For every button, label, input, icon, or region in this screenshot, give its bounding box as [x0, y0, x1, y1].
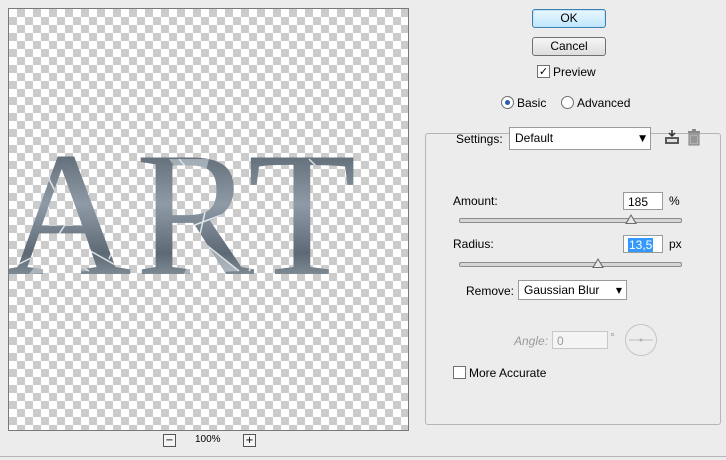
trash-icon[interactable] — [687, 129, 701, 146]
chevron-down-icon: ▼ — [639, 134, 646, 144]
amount-unit: % — [669, 194, 680, 208]
advanced-label: Advanced — [577, 96, 631, 110]
art-text: ART — [9, 115, 360, 313]
amount-slider-track[interactable] — [459, 218, 682, 223]
radius-value: 13,5 — [628, 238, 654, 252]
remove-label: Remove: — [466, 284, 515, 298]
settings-label: Settings: — [456, 132, 503, 146]
ok-button[interactable]: OK — [532, 9, 606, 28]
radius-label: Radius: — [453, 237, 494, 251]
preview-label: Preview — [553, 65, 596, 79]
zoom-in-button[interactable]: + — [243, 434, 256, 447]
settings-dropdown[interactable]: Default ▼ — [509, 127, 651, 150]
window-bottom-border — [0, 456, 726, 457]
radius-slider-thumb[interactable] — [592, 258, 604, 268]
more-accurate-checkbox[interactable] — [453, 366, 466, 379]
angle-unit: ° — [610, 330, 615, 344]
zoom-level: 100% — [195, 434, 221, 445]
preview-canvas[interactable]: ART ART — [8, 8, 409, 431]
save-preset-icon[interactable] — [663, 129, 681, 146]
remove-value: Gaussian Blur — [524, 283, 600, 297]
cancel-button[interactable]: Cancel — [532, 37, 606, 56]
amount-input[interactable]: 185 — [623, 192, 663, 210]
amount-label: Amount: — [453, 194, 498, 208]
settings-panel — [425, 133, 721, 425]
angle-label: Angle: — [514, 334, 549, 348]
more-accurate-label: More Accurate — [469, 366, 547, 380]
basic-label: Basic — [517, 96, 547, 110]
radius-unit: px — [669, 237, 682, 251]
angle-dial — [624, 323, 658, 357]
preview-checkbox[interactable]: ✓ — [537, 65, 550, 78]
remove-dropdown[interactable]: Gaussian Blur ▼ — [518, 280, 627, 300]
radius-slider-track[interactable] — [459, 262, 682, 267]
zoom-out-button[interactable]: − — [163, 434, 176, 447]
amount-slider-thumb[interactable] — [625, 214, 637, 224]
chevron-down-icon: ▼ — [615, 286, 622, 295]
settings-value: Default — [515, 131, 554, 145]
radius-input[interactable]: 13,5 — [623, 235, 663, 253]
basic-radio[interactable] — [501, 96, 514, 109]
shattered-text-image: ART ART — [9, 115, 361, 313]
angle-input: 0 — [552, 331, 608, 349]
advanced-radio[interactable] — [561, 96, 574, 109]
